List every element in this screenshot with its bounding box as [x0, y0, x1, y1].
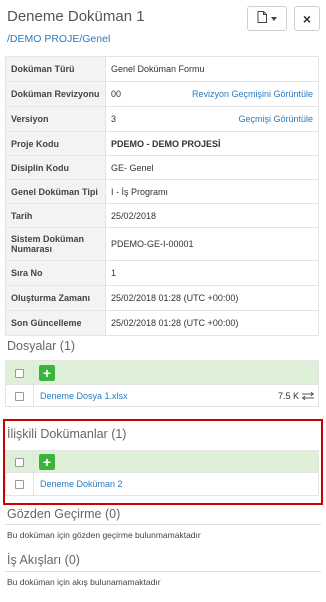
document-header: Deneme Doküman 1 /DEMO PROJE/Genel ×	[0, 0, 326, 56]
version-history-link[interactable]: Geçmişi Görüntüle	[238, 114, 313, 124]
workflows-empty-message: Bu doküman için akış bulunamamaktadır	[7, 577, 161, 587]
info-value: PDEMO-GE-I-00001	[105, 227, 319, 261]
file-link[interactable]: Deneme Dosya 1.xlsx	[34, 391, 128, 401]
divider	[5, 571, 321, 572]
add-file-button[interactable]: +	[39, 364, 55, 381]
reviews-section-title: Gözden Geçirme (0)	[7, 507, 121, 521]
info-value: 1	[105, 260, 319, 286]
info-key: Doküman Revizyonu	[5, 81, 106, 107]
info-key: Disiplin Kodu	[5, 155, 106, 180]
info-key: Sistem Doküman Numarası	[5, 227, 106, 261]
files-add-row: +	[5, 360, 319, 385]
divider	[5, 524, 321, 525]
info-key: Proje Kodu	[5, 131, 106, 156]
info-row: Son Güncelleme 25/02/2018 01:28 (UTC +00…	[5, 310, 319, 336]
file-checkbox[interactable]	[15, 391, 24, 401]
workflows-section-title: İş Akışları (0)	[7, 553, 80, 567]
info-key: Doküman Türü	[5, 56, 106, 82]
files-table: + Deneme Dosya 1.xlsx 7.5 K	[5, 360, 319, 407]
info-key: Son Güncelleme	[5, 310, 106, 336]
info-key: Oluşturma Zamanı	[5, 285, 106, 311]
info-row: Oluşturma Zamanı 25/02/2018 01:28 (UTC +…	[5, 285, 319, 311]
info-row: Sıra No 1	[5, 260, 319, 286]
info-key: Sıra No	[5, 260, 106, 286]
info-row: Proje Kodu PDEMO - DEMO PROJESİ	[5, 131, 319, 156]
file-row: Deneme Dosya 1.xlsx 7.5 K	[5, 384, 319, 407]
info-value: I - İş Programı	[105, 179, 319, 204]
select-all-files-checkbox[interactable]	[15, 368, 24, 378]
compare-icon[interactable]	[302, 391, 314, 400]
files-section-title: Dosyalar (1)	[7, 339, 76, 353]
info-value: PDEMO - DEMO PROJESİ	[105, 131, 319, 156]
info-value: GE- Genel	[105, 155, 319, 180]
related-document-link[interactable]: Deneme Doküman 2	[34, 479, 123, 489]
file-icon	[257, 10, 267, 28]
add-related-document-button[interactable]: +	[39, 453, 55, 470]
info-value: 00	[111, 89, 122, 99]
select-all-related-checkbox[interactable]	[15, 457, 24, 467]
info-value: Genel Doküman Formu	[105, 56, 319, 82]
info-value: 25/02/2018 01:28 (UTC +00:00)	[105, 310, 319, 336]
info-row: Sistem Doküman Numarası PDEMO-GE-I-00001	[5, 227, 319, 261]
info-value: 25/02/2018 01:28 (UTC +00:00)	[105, 285, 319, 311]
info-row: Versiyon 3 Geçmişi Görüntüle	[5, 106, 319, 132]
related-section-title: İlişkili Dokümanlar (1)	[7, 427, 127, 441]
info-row: Doküman Türü Genel Doküman Formu	[5, 56, 319, 82]
info-key: Tarih	[5, 203, 106, 228]
page-title: Deneme Doküman 1	[7, 8, 145, 25]
info-value: 3	[111, 114, 117, 124]
info-row: Disiplin Kodu GE- Genel	[5, 155, 319, 180]
info-row: Tarih 25/02/2018	[5, 203, 319, 228]
reviews-empty-message: Bu doküman için gözden geçirme bulunmama…	[7, 530, 201, 540]
related-documents-table: + Deneme Doküman 2	[5, 450, 319, 496]
related-document-checkbox[interactable]	[15, 480, 24, 490]
related-document-row: Deneme Doküman 2	[5, 472, 319, 496]
document-menu-button[interactable]	[247, 6, 287, 31]
breadcrumb[interactable]: /DEMO PROJE/Genel	[7, 33, 110, 45]
close-button[interactable]: ×	[294, 6, 320, 31]
document-info-table: Doküman Türü Genel Doküman Formu Doküman…	[5, 56, 319, 336]
info-key: Versiyon	[5, 106, 106, 132]
info-row: Doküman Revizyonu 00 Revizyon Geçmişini …	[5, 81, 319, 107]
chevron-down-icon	[271, 16, 277, 21]
info-row: Genel Doküman Tipi I - İş Programı	[5, 179, 319, 204]
info-value: 25/02/2018	[105, 203, 319, 228]
file-size: 7.5 K	[277, 390, 299, 401]
related-add-row: +	[5, 450, 319, 473]
info-key: Genel Doküman Tipi	[5, 179, 106, 204]
revision-history-link[interactable]: Revizyon Geçmişini Görüntüle	[192, 89, 313, 99]
